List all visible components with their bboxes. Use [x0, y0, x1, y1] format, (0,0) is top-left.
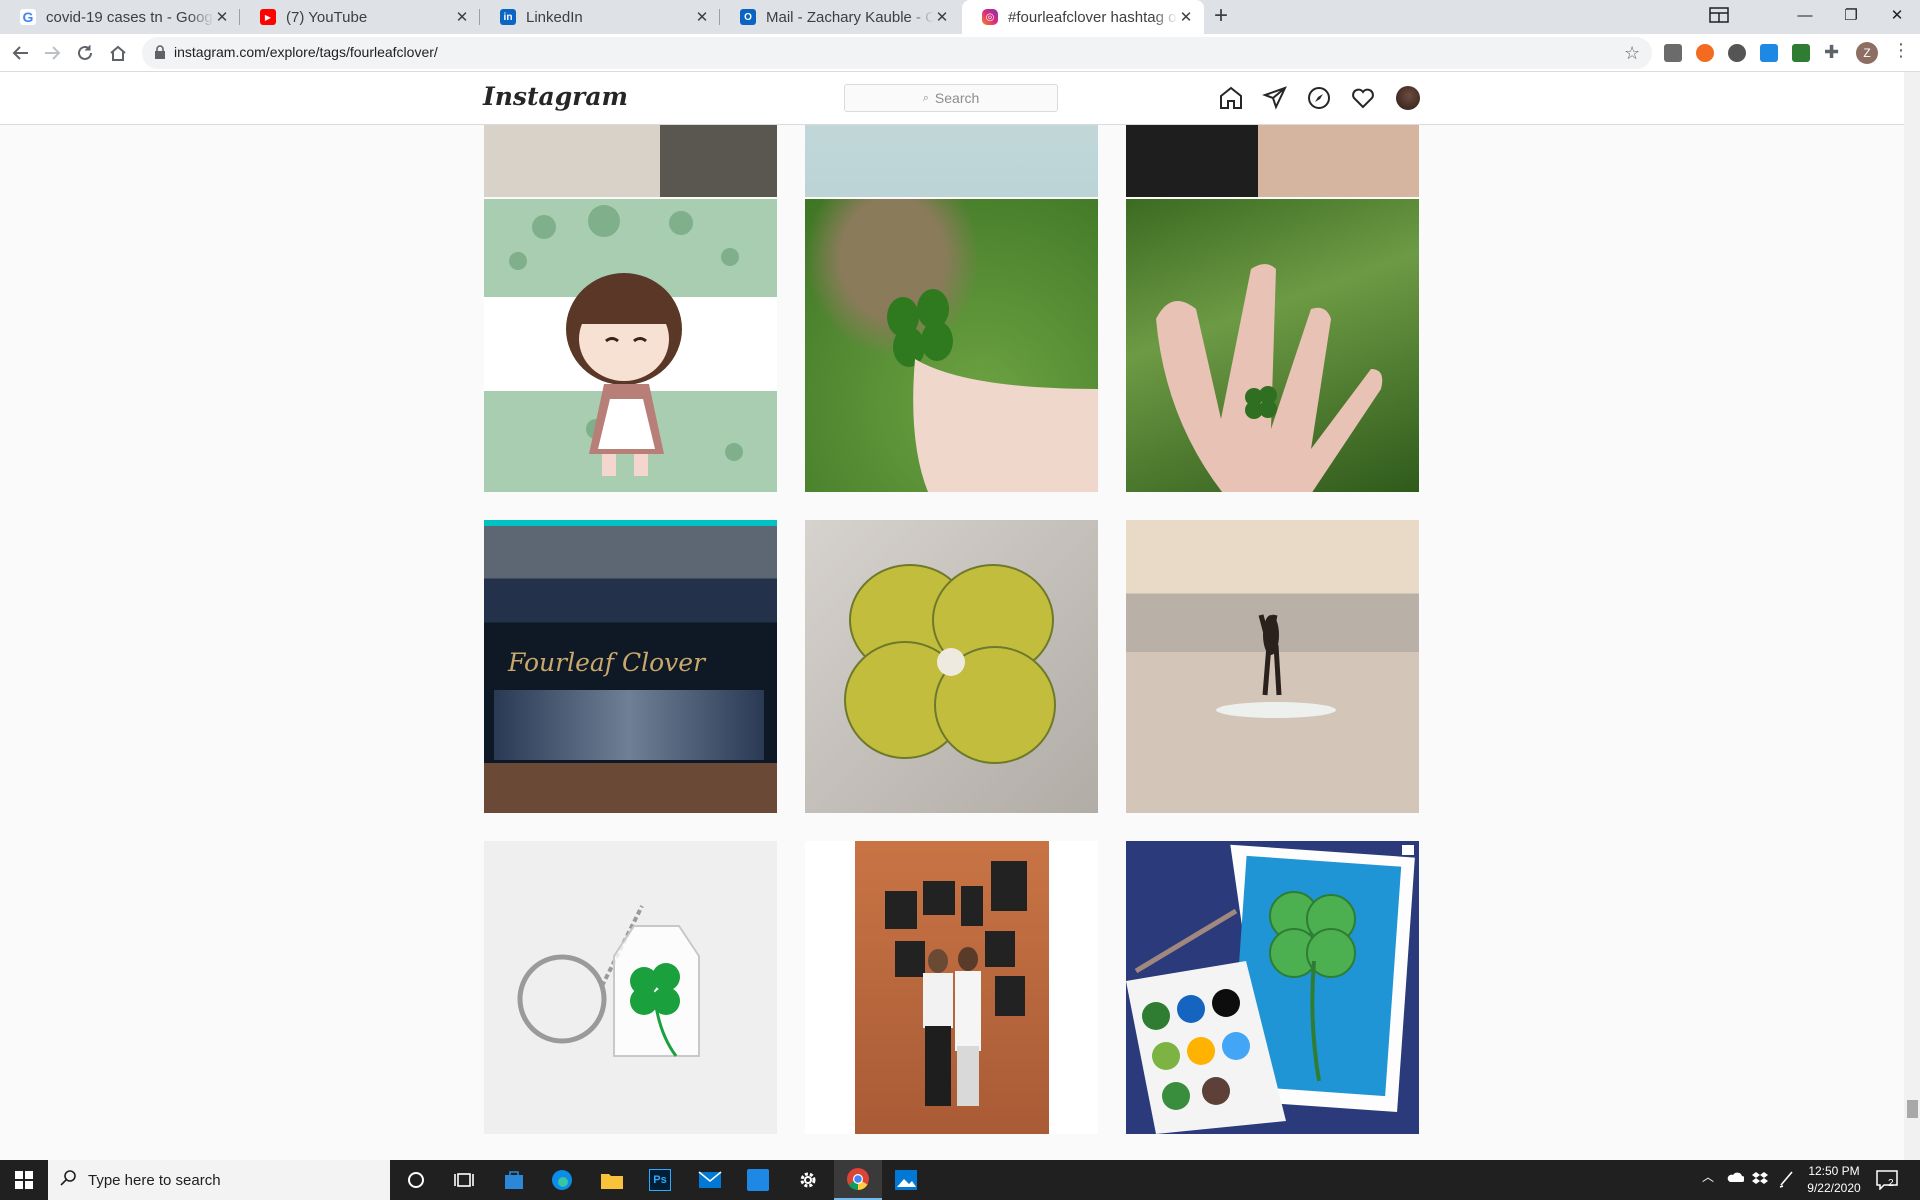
onedrive-cloud-icon[interactable] — [1726, 1171, 1745, 1186]
page-content: Instagram ⌕ Search Fourleaf Clover — [0, 72, 1904, 1160]
search-icon: ⌕ — [922, 91, 929, 104]
show-hidden-icons[interactable]: ︿ — [1702, 1168, 1714, 1185]
google-icon: G — [20, 9, 36, 25]
extension-green-icon[interactable] — [1792, 44, 1810, 62]
tab-title: LinkedIn — [526, 8, 583, 26]
pressed-clover-photo — [844, 564, 1056, 764]
clover-painting-photo — [1126, 844, 1415, 1134]
tab-linkedin[interactable]: in LinkedIn ✕ — [480, 0, 720, 34]
post-thumbnail[interactable] — [484, 841, 777, 1134]
bookmark-star-icon[interactable]: ☆ — [1624, 43, 1640, 64]
youtube-icon: ▶ — [260, 9, 276, 25]
tab-strip: G covid-19 cases tn - Google Search ✕ ▶ … — [0, 0, 1920, 34]
storefront-sign: Fourleaf Clover — [508, 648, 706, 677]
post-thumbnail[interactable]: Fourleaf Clover — [484, 520, 777, 813]
url-text: instagram.com/explore/tags/fourleafclove… — [174, 44, 438, 60]
post-thumbnail[interactable] — [805, 520, 1098, 813]
outlook-icon: O — [740, 9, 756, 25]
close-tab-icon[interactable]: ✕ — [934, 8, 950, 26]
taskbar-search-box[interactable]: Type here to search — [48, 1160, 390, 1200]
taskbar-search-placeholder: Type here to search — [88, 1171, 221, 1189]
clock-time: 12:50 PM — [1808, 1164, 1860, 1178]
windows-taskbar: Type here to search Ps ︿ 12:50 PM 9/22/2… — [0, 1160, 1920, 1200]
search-placeholder: Search — [934, 90, 980, 106]
clover-in-hand-photo — [887, 289, 1098, 492]
instagram-icon: ◎ — [982, 9, 998, 25]
window-close-icon[interactable]: ✕ — [1874, 0, 1920, 30]
tab-outlook[interactable]: O Mail - Zachary Kauble - Outlook ✕ — [720, 0, 960, 34]
notification-count-badge: 2 — [1888, 1178, 1894, 1189]
profile-avatar[interactable] — [1396, 86, 1420, 110]
dropbox-icon[interactable] — [1752, 1170, 1768, 1189]
post-thumbnail[interactable] — [1126, 520, 1419, 813]
clock-date: 9/22/2020 — [1807, 1181, 1861, 1195]
home-icon[interactable] — [104, 39, 132, 67]
extension-g-icon[interactable] — [1664, 44, 1682, 62]
extensions-puzzle-icon[interactable]: ✚ — [1824, 42, 1839, 63]
pen-ink-icon[interactable] — [1778, 1170, 1794, 1191]
reload-icon[interactable] — [71, 39, 99, 67]
search-icon — [60, 1170, 76, 1190]
page-scrollbar[interactable] — [1904, 72, 1920, 1160]
extension-circle-icon[interactable] — [1728, 44, 1746, 62]
tab-title: #fourleafclover hashtag on Instagram — [1008, 8, 1178, 26]
beach-woman-photo — [1216, 614, 1336, 718]
new-tab-button[interactable]: + — [1214, 2, 1228, 30]
mail-icon[interactable] — [686, 1160, 734, 1200]
scrollbar-thumb[interactable] — [1907, 1100, 1918, 1118]
chrome-icon[interactable] — [834, 1160, 882, 1200]
photoshop-icon[interactable]: Ps — [636, 1160, 684, 1200]
browser-toolbar: instagram.com/explore/tags/fourleafclove… — [0, 34, 1920, 72]
lock-icon[interactable] — [154, 45, 166, 64]
tab-google-search[interactable]: G covid-19 cases tn - Google Search ✕ — [0, 0, 240, 34]
linkedin-icon: in — [500, 9, 516, 25]
forward-icon[interactable] — [38, 39, 66, 67]
cortana-icon[interactable] — [392, 1160, 440, 1200]
explore-compass-icon[interactable] — [1306, 85, 1332, 111]
tab-title: Mail - Zachary Kauble - Outlook — [766, 8, 934, 26]
address-bar[interactable]: instagram.com/explore/tags/fourleafclove… — [142, 37, 1652, 69]
extension-blue-icon[interactable] — [1760, 44, 1778, 62]
close-tab-icon[interactable]: ✕ — [454, 8, 470, 26]
edge-icon[interactable] — [538, 1160, 586, 1200]
minimize-icon[interactable]: — — [1782, 0, 1828, 30]
close-tab-icon[interactable]: ✕ — [1178, 8, 1194, 26]
post-thumbnail[interactable] — [1126, 199, 1419, 492]
file-explorer-icon[interactable] — [588, 1160, 636, 1200]
restore-icon[interactable]: ❐ — [1828, 0, 1874, 30]
instagram-header: Instagram ⌕ Search — [0, 72, 1904, 125]
extension-orange-icon[interactable] — [1696, 44, 1714, 62]
post-thumbnail[interactable] — [805, 199, 1098, 492]
tab-title: (7) YouTube — [286, 8, 368, 26]
post-thumbnail[interactable] — [484, 199, 777, 492]
notification-center-icon[interactable]: 2 — [1876, 1170, 1898, 1191]
tab-search-icon[interactable] — [1696, 0, 1742, 30]
store-icon[interactable] — [490, 1160, 538, 1200]
clover-in-palm-photo — [1156, 264, 1383, 492]
post-thumbnail[interactable] — [1126, 841, 1419, 1134]
clover-keychain-photo — [517, 905, 700, 1057]
couple-photo — [885, 861, 1027, 1106]
direct-messages-icon[interactable] — [1262, 85, 1288, 111]
post-thumbnail[interactable] — [805, 841, 1098, 1134]
tab-instagram[interactable]: ◎ #fourleafclover hashtag on Instagram ✕ — [962, 0, 1204, 34]
close-tab-icon[interactable]: ✕ — [694, 8, 710, 26]
close-tab-icon[interactable]: ✕ — [214, 8, 230, 26]
back-icon[interactable] — [7, 39, 35, 67]
instagram-logo[interactable]: Instagram — [483, 82, 628, 111]
home-icon[interactable] — [1218, 85, 1244, 111]
tab-youtube[interactable]: ▶ (7) YouTube ✕ — [240, 0, 480, 34]
windows-start-icon[interactable] — [0, 1160, 48, 1200]
tab-title: covid-19 cases tn - Google Search — [46, 8, 214, 26]
chibi-clover-drawing — [509, 205, 743, 476]
browser-menu-icon[interactable]: ⋮ — [1892, 40, 1910, 61]
system-clock[interactable]: 12:50 PM 9/22/2020 — [1804, 1163, 1864, 1197]
activity-heart-icon[interactable] — [1350, 85, 1376, 111]
settings-gear-icon[interactable] — [784, 1160, 832, 1200]
task-view-icon[interactable] — [440, 1160, 488, 1200]
profile-avatar[interactable]: Z — [1856, 42, 1878, 64]
app-calendar-icon[interactable] — [734, 1160, 782, 1200]
search-input[interactable]: ⌕ Search — [844, 84, 1058, 112]
photos-app-icon[interactable] — [882, 1160, 930, 1200]
